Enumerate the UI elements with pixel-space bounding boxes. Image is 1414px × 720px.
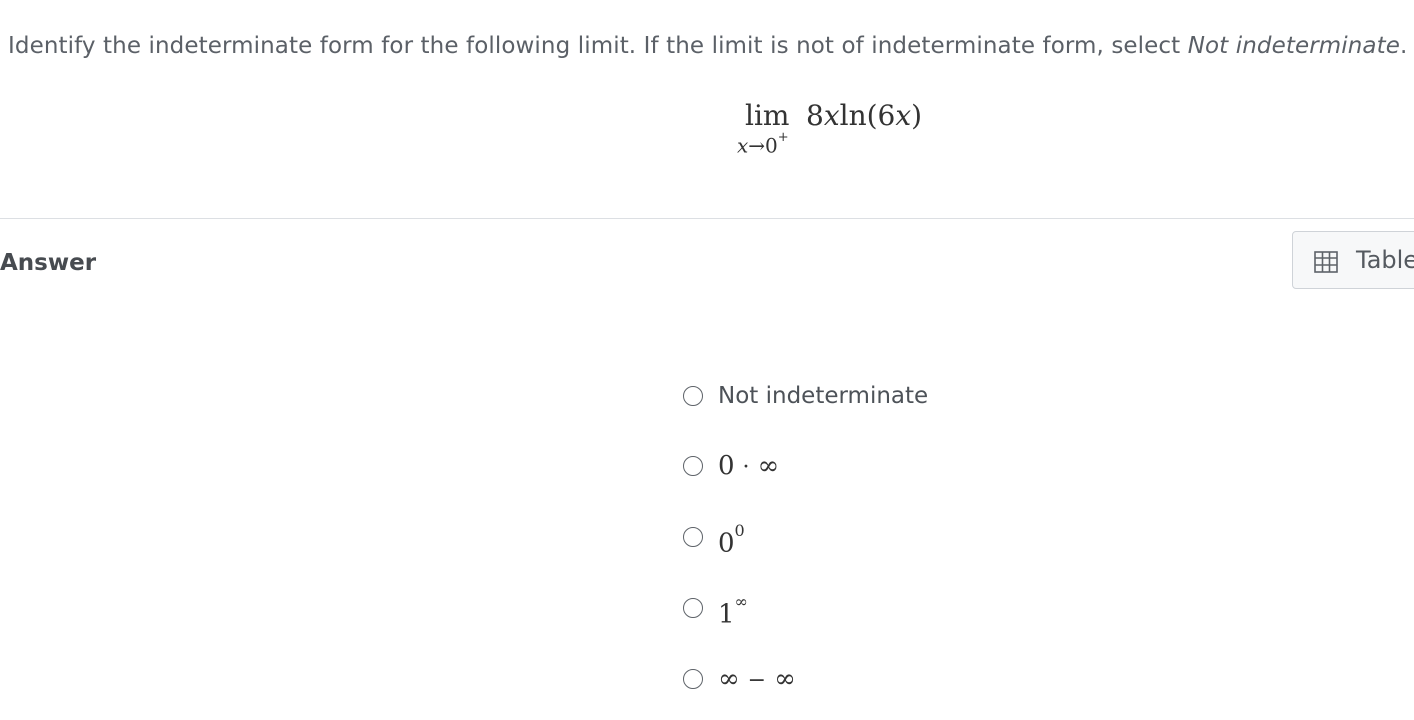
option-base: 0: [718, 528, 735, 559]
option-label: Not indeterminate: [718, 383, 929, 409]
limit-expr-variable: x: [823, 99, 840, 132]
question-prompt: Identify the indeterminate form for the …: [8, 31, 1414, 61]
question-emphasis: Not indeterminate: [1187, 33, 1400, 59]
table-button[interactable]: Table: [1292, 231, 1414, 289]
option-base: 0: [718, 451, 735, 481]
option-label: ∞ − ∞: [718, 663, 796, 697]
limit-subscript: x→0+: [737, 130, 789, 158]
option-zero-times-infinity[interactable]: 0 · ∞: [682, 448, 1082, 488]
limit-coefficient: 8: [806, 99, 824, 132]
option-zero-to-zero[interactable]: 00: [682, 519, 1082, 559]
option-not-indeterminate[interactable]: Not indeterminate: [682, 378, 1082, 418]
option-rhs: ∞: [774, 664, 796, 694]
answer-heading: Answer: [0, 250, 97, 276]
question-text: Identify the indeterminate form for the …: [8, 33, 1188, 59]
option-base: ∞: [718, 664, 740, 694]
radio-button[interactable]: [683, 669, 703, 689]
radio-button[interactable]: [683, 456, 703, 476]
limit-function: 8xln(6x): [806, 96, 922, 136]
option-operator: ·: [742, 455, 750, 480]
limit-arg-close: ): [911, 99, 923, 132]
limit-variable: x: [737, 133, 749, 158]
question-end: .: [1400, 33, 1408, 59]
radio-button[interactable]: [683, 527, 703, 547]
table-button-label: Table: [1356, 246, 1414, 274]
option-label: 1∞: [718, 592, 748, 631]
option-label: 00: [718, 521, 745, 560]
radio-button[interactable]: [683, 386, 703, 406]
limit-side: +: [777, 130, 789, 145]
option-one-to-infinity[interactable]: 1∞: [682, 590, 1082, 630]
limit-approach: 0: [765, 133, 778, 158]
option-label: 0 · ∞: [718, 450, 779, 484]
option-operator: −: [747, 668, 767, 693]
option-exponent: 0: [734, 521, 745, 540]
option-infinity-minus-infinity[interactable]: ∞ − ∞: [682, 661, 1082, 701]
radio-button[interactable]: [683, 598, 703, 618]
limit-arg-variable: x: [895, 99, 912, 132]
option-exponent: ∞: [734, 592, 748, 611]
section-divider: [0, 218, 1414, 219]
limit-arrow: →: [748, 133, 766, 158]
option-rhs: ∞: [757, 451, 780, 481]
table-grid-icon: [1314, 251, 1338, 273]
limit-ln: ln: [839, 99, 867, 132]
option-base: 1: [718, 599, 735, 630]
limit-arg-open: (6: [866, 99, 896, 132]
